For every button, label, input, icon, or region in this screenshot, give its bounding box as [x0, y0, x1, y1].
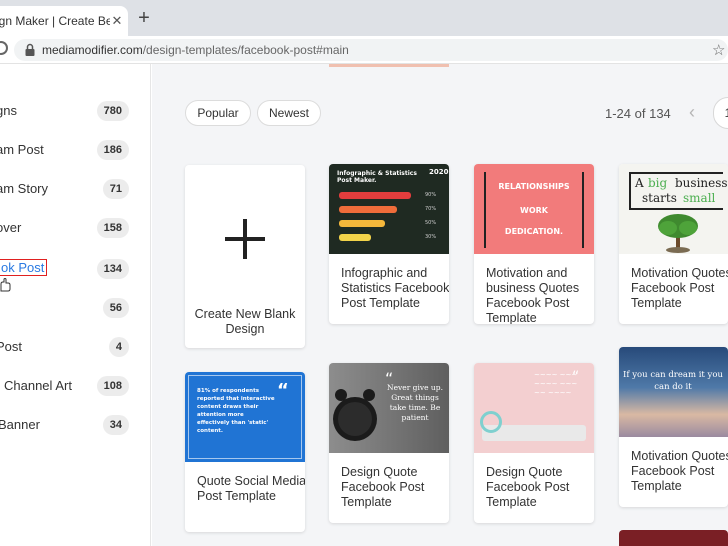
template-thumbnail: ~~~~ ~~~ ~~~~ ~~~ ~~ ~~~~ “ [474, 363, 594, 453]
count-badge: 158 [96, 218, 129, 238]
stat-label: 90% [425, 192, 437, 198]
thumbnail-year: 2020 [429, 168, 449, 176]
sidebar-item-label: gns [0, 103, 17, 118]
url-text: mediamodifier.com/design-templates/faceb… [42, 43, 349, 57]
count-badge: 71 [102, 179, 129, 199]
filter-newest-button[interactable]: Newest [257, 100, 321, 126]
thumbnail-quote: Never give up. Great things take time. B… [387, 383, 443, 422]
card-title: Motivation and business Quotes Facebook … [486, 266, 580, 324]
headphones-illustration [480, 411, 502, 433]
stat-bar [339, 220, 385, 227]
sidebar-item-label: over [0, 220, 22, 235]
sidebar-item-label: ok Post [0, 259, 48, 276]
template-gallery: Popular Newest 1-24 of 134 ‹ 1 Create Ne… [152, 64, 728, 546]
count-badge: 134 [96, 259, 129, 279]
sidebar-item-label: Banner [0, 417, 40, 432]
template-card-partial [329, 64, 449, 67]
stat-label: 30% [425, 234, 437, 240]
bookmark-star-icon[interactable]: ☆ [712, 41, 725, 59]
sidebar-item-instagram-post[interactable]: am Post 186 [0, 139, 151, 163]
thumbnail-line: DEDICATION. [504, 227, 564, 236]
template-card[interactable]: “ Never give up. Great things take time.… [329, 363, 449, 523]
thumbnail-quote: 81% of respondents reported that interac… [197, 388, 275, 434]
count-badge: 34 [102, 415, 129, 435]
stat-label: 50% [425, 220, 437, 226]
card-title: Motivation Quotes Facebook Post Template [631, 449, 728, 493]
page-number-button[interactable]: 1 [713, 97, 728, 129]
stat-label: 70% [425, 206, 437, 212]
template-card-partial[interactable] [619, 530, 728, 546]
sidebar-item-unnamed[interactable]: 56 [0, 297, 151, 321]
browser-tab[interactable]: sign Maker | Create Beau ✕ [0, 6, 128, 36]
category-sidebar: gns 780 am Post 186 am Story 71 over 158… [0, 64, 151, 546]
template-thumbnail: RELATIONSHIPS WORK DEDICATION. [474, 164, 594, 254]
pagination-range: 1-24 of 134 [605, 106, 671, 121]
sidebar-item-label: am Story [0, 181, 49, 196]
reload-icon[interactable] [0, 41, 8, 55]
card-title: Motivation Quotes Facebook Post Template [631, 266, 728, 310]
template-card[interactable]: 81% of respondents reported that interac… [185, 372, 305, 532]
template-thumbnail: If you can dream it you can do it [619, 347, 728, 437]
url-field[interactable]: mediamodifier.com/design-templates/faceb… [14, 39, 728, 61]
sidebar-item-banner[interactable]: Banner 34 [0, 414, 151, 438]
sidebar-item-label: am Post [0, 142, 44, 157]
template-thumbnail: Infographic & Statistics Post Maker. 202… [329, 164, 449, 254]
template-thumbnail: A big business starts small [619, 164, 728, 254]
stat-bar [339, 206, 397, 213]
template-card[interactable]: RELATIONSHIPS WORK DEDICATION. Motivatio… [474, 164, 594, 324]
card-title: Design Quote Facebook Post Template [486, 465, 570, 509]
sidebar-item-label: Channel Art [4, 378, 72, 393]
url-host: mediamodifier.com [42, 43, 143, 57]
thumbnail-word: small [683, 191, 716, 205]
count-badge: 186 [96, 140, 129, 160]
quote-mark-icon: “ [572, 369, 580, 385]
template-card[interactable]: ~~~~ ~~~ ~~~~ ~~~ ~~ ~~~~ “ Design Quote… [474, 363, 594, 523]
sidebar-item-instagram-story[interactable]: am Story 71 [0, 178, 151, 202]
hand-cursor-icon [0, 278, 11, 292]
sidebar-item-facebook-post[interactable]: ok Post 134 [0, 258, 151, 282]
filter-popular-button[interactable]: Popular [185, 100, 251, 126]
sidebar-item-channel-art[interactable]: Channel Art 108 [0, 375, 151, 399]
lock-icon [25, 43, 35, 56]
thumbnail-line: WORK [520, 206, 548, 215]
plus-icon [223, 217, 267, 261]
stat-bar [339, 192, 411, 199]
thumbnail-word: big [648, 176, 668, 190]
count-badge: 56 [102, 298, 129, 318]
template-thumbnail: “ Never give up. Great things take time.… [329, 363, 449, 453]
card-title: Quote Social Media Post Template [197, 474, 305, 503]
thumbnail-word: starts [642, 191, 677, 205]
close-icon[interactable]: ✕ [109, 13, 125, 29]
template-thumbnail: 81% of respondents reported that interac… [185, 372, 305, 462]
thumbnail-word: A [635, 176, 644, 190]
card-title: Design Quote Facebook Post Template [341, 465, 425, 509]
thumbnail-heading: Infographic & Statistics Post Maker. [337, 170, 417, 184]
quote-mark-icon: “ [277, 380, 289, 401]
thumbnail-word: business [675, 176, 728, 190]
sidebar-item-label: Post [0, 339, 23, 354]
thumbnail-quote: If you can dream it you can do it [623, 370, 723, 392]
card-title: Create New Blank Design [194, 307, 296, 336]
tree-illustration [658, 214, 698, 253]
chevron-left-icon[interactable]: ‹ [689, 102, 695, 123]
sidebar-item-cover[interactable]: over 158 [0, 217, 151, 241]
new-tab-icon[interactable]: + [134, 8, 154, 29]
alarm-clock-illustration [333, 389, 377, 441]
browser-tabstrip: sign Maker | Create Beau ✕ + [0, 0, 728, 36]
template-card[interactable]: If you can dream it you can do it Motiva… [619, 347, 728, 507]
sidebar-item-designs[interactable]: gns 780 [0, 100, 151, 124]
sidebar-item-post[interactable]: Post 4 [0, 336, 151, 360]
count-badge: 780 [96, 101, 129, 121]
tab-title: sign Maker | Create Beau [0, 14, 110, 28]
thumbnail-line: RELATIONSHIPS [498, 182, 570, 191]
template-card[interactable]: Infographic & Statistics Post Maker. 202… [329, 164, 449, 324]
card-title: Infographic and Statistics Facebook Post… [341, 266, 449, 310]
stat-bar [339, 234, 371, 241]
count-badge: 108 [96, 376, 129, 396]
url-path: /design-templates/facebook-post#main [142, 43, 349, 57]
address-bar: mediamodifier.com/design-templates/faceb… [0, 36, 728, 64]
count-badge: 4 [108, 337, 129, 357]
create-blank-card[interactable]: Create New Blank Design [185, 165, 305, 348]
template-card[interactable]: A big business starts small Motivation Q… [619, 164, 728, 324]
